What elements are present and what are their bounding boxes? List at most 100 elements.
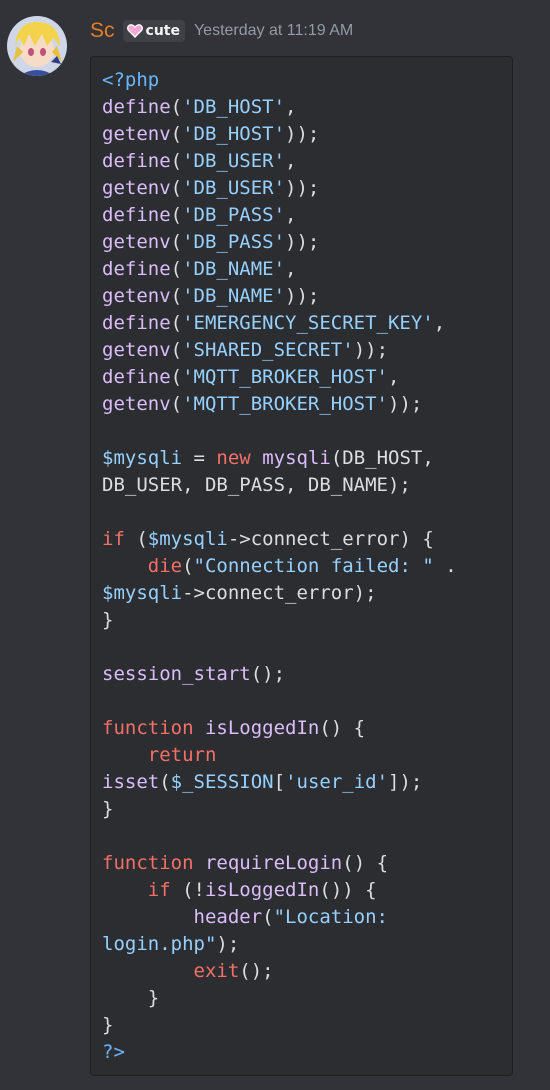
code-line: if (!isLoggedIn()) { bbox=[102, 877, 512, 904]
code-token: 'DB_HOST' bbox=[182, 96, 286, 118]
code-line: define('DB_NAME', bbox=[102, 256, 512, 283]
code-token: ( bbox=[170, 177, 183, 199]
code-token: , bbox=[285, 150, 297, 172]
code-line: } bbox=[102, 796, 512, 823]
message-header: Sc cute Yesterday at 11:19 AM bbox=[90, 16, 353, 46]
code-token: )); bbox=[388, 393, 423, 415]
code-token: ( bbox=[170, 285, 183, 307]
username[interactable]: Sc bbox=[90, 19, 115, 43]
code-token: getenv bbox=[102, 123, 171, 145]
code-token: ]); bbox=[388, 771, 423, 793]
code-line: define('DB_USER', bbox=[102, 148, 512, 175]
code-token: 'DB_HOST' bbox=[182, 123, 286, 145]
code-token: define bbox=[102, 366, 171, 388]
code-token: $mysqli bbox=[102, 447, 183, 469]
code-token: define bbox=[102, 312, 171, 334]
code-token: header bbox=[193, 906, 263, 928]
code-line: getenv('SHARED_SECRET')); bbox=[102, 337, 512, 364]
code-token: ( bbox=[170, 96, 183, 118]
code-token: () { bbox=[342, 852, 389, 874]
code-token: ->connect_error) { bbox=[227, 528, 434, 550]
code-token: . bbox=[433, 555, 457, 577]
code-token: ( bbox=[159, 771, 171, 793]
code-token: <?php bbox=[102, 69, 160, 91]
code-token: requireLogin bbox=[204, 852, 343, 874]
code-line: ?> bbox=[102, 1039, 512, 1066]
code-token: , bbox=[433, 312, 446, 334]
code-token: login.php" bbox=[102, 933, 217, 955]
code-token: , bbox=[388, 366, 400, 388]
code-token: $mysqli bbox=[102, 582, 183, 604]
code-token: )); bbox=[285, 285, 320, 307]
code-token: 'MQTT_BROKER_HOST' bbox=[182, 393, 388, 415]
code-token: define bbox=[102, 96, 171, 118]
code-token: ( bbox=[170, 204, 183, 226]
code-line: function requireLogin() { bbox=[102, 850, 512, 877]
code-token: function bbox=[102, 852, 194, 874]
code-token: getenv bbox=[102, 285, 171, 307]
code-token: if bbox=[147, 879, 171, 901]
code-token: } bbox=[102, 609, 114, 631]
code-token: session_start bbox=[102, 663, 251, 685]
code-line: getenv('MQTT_BROKER_HOST')); bbox=[102, 391, 512, 418]
code-token: "Connection failed: " bbox=[193, 555, 434, 577]
code-line: $mysqli = new mysqli(DB_HOST, bbox=[102, 445, 512, 472]
code-line: define('DB_HOST', bbox=[102, 94, 512, 121]
code-token: [ bbox=[273, 771, 286, 793]
heart-icon bbox=[126, 24, 143, 38]
code-token: if bbox=[102, 528, 125, 550]
code-line: define('MQTT_BROKER_HOST', bbox=[102, 364, 512, 391]
code-line: isset($_SESSION['user_id']); bbox=[102, 769, 512, 796]
code-line: function isLoggedIn() { bbox=[102, 715, 512, 742]
code-token: ); bbox=[216, 933, 240, 955]
code-token: define bbox=[102, 258, 171, 280]
code-token: return bbox=[147, 744, 217, 766]
code-line: <?php bbox=[102, 67, 512, 94]
code-token: exit bbox=[193, 960, 240, 982]
code-token: define bbox=[102, 204, 171, 226]
avatar-anime-portrait-icon bbox=[7, 16, 67, 76]
user-avatar[interactable] bbox=[7, 16, 67, 76]
code-token: ( bbox=[170, 123, 183, 145]
code-token: ( bbox=[170, 393, 183, 415]
code-token: , bbox=[285, 96, 297, 118]
code-line: getenv('DB_HOST')); bbox=[102, 121, 512, 148]
code-line: } bbox=[102, 607, 512, 634]
code-token: ( bbox=[170, 366, 183, 388]
code-block[interactable]: <?php define('DB_HOST', getenv('DB_HOST'))… bbox=[90, 56, 513, 1076]
code-token: getenv bbox=[102, 393, 171, 415]
code-token: isset bbox=[102, 771, 160, 793]
code-line: } bbox=[102, 985, 512, 1012]
code-token: ( bbox=[170, 339, 183, 361]
code-token: ->connect_error); bbox=[182, 582, 377, 604]
code-token: 'MQTT_BROKER_HOST' bbox=[182, 366, 388, 388]
code-line: exit(); bbox=[102, 958, 512, 985]
code-line: define('DB_PASS', bbox=[102, 202, 512, 229]
code-token: } bbox=[102, 798, 114, 820]
code-token: 'SHARED_SECRET' bbox=[182, 339, 354, 361]
code-token: , bbox=[285, 204, 297, 226]
code-token: (); bbox=[250, 663, 286, 685]
code-token: } bbox=[102, 987, 160, 1009]
code-token: )); bbox=[285, 177, 320, 199]
code-token: )); bbox=[353, 339, 389, 361]
code-line: $mysqli->connect_error); bbox=[102, 580, 512, 607]
role-tag[interactable]: cute bbox=[122, 20, 185, 42]
code-token: ()) { bbox=[319, 879, 377, 901]
code-token: ( bbox=[170, 231, 183, 253]
code-token: ( bbox=[262, 906, 274, 928]
code-token: ( bbox=[124, 528, 148, 550]
code-token: 'EMERGENCY_SECRET_KEY' bbox=[182, 312, 434, 334]
code-token: isLoggedIn bbox=[204, 879, 320, 901]
role-tag-label: cute bbox=[145, 23, 180, 39]
code-token: (DB_HOST, bbox=[330, 447, 434, 469]
